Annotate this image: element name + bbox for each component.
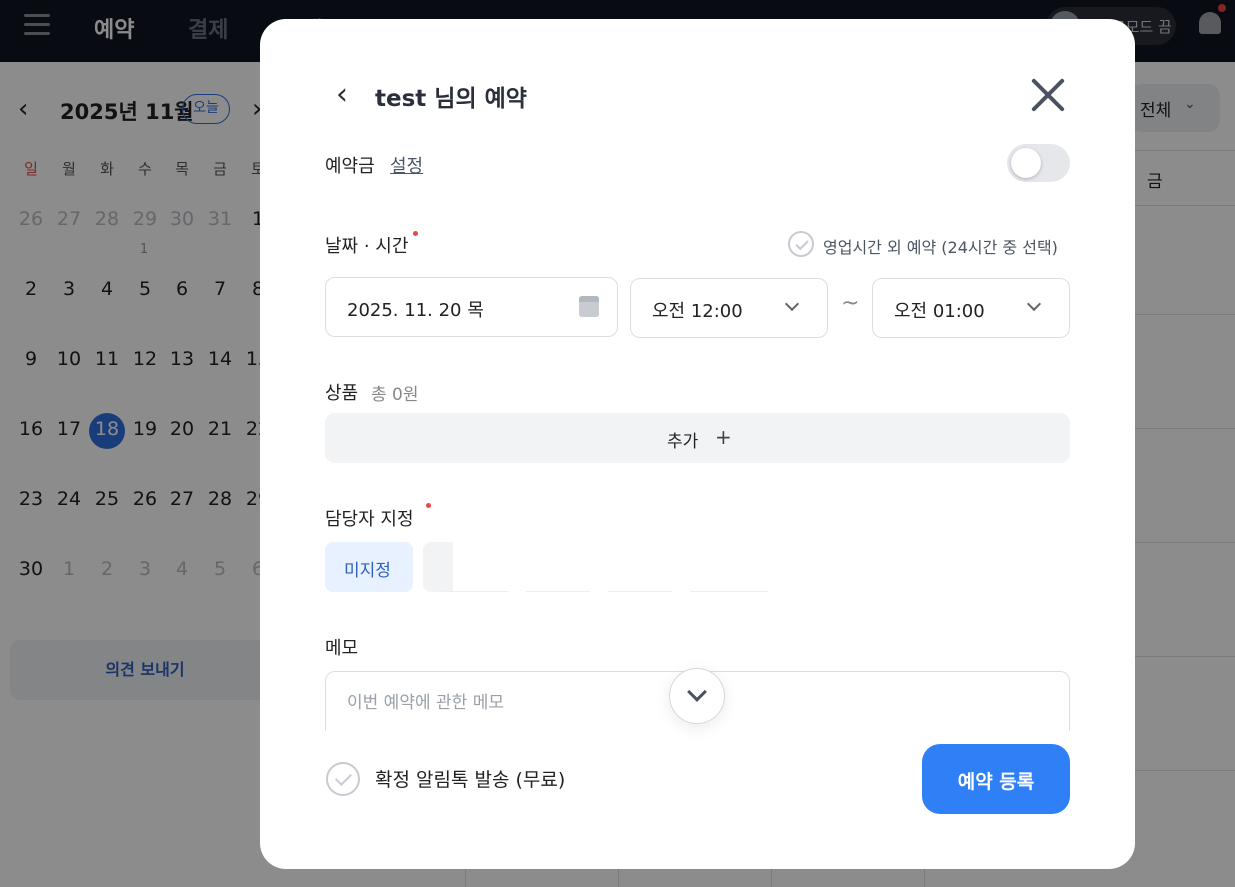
products-total: 총 0원	[371, 385, 419, 405]
end-time-value: 오전 01:00	[894, 301, 985, 322]
required-dot	[413, 231, 418, 236]
deposit-label: 예약금	[325, 156, 375, 177]
after-hours-check-icon[interactable]	[788, 231, 814, 257]
end-time-select[interactable]: 오전 01:00	[872, 278, 1070, 338]
staff-unassigned-label: 미지정	[344, 561, 391, 581]
notify-label[interactable]: 확정 알림톡 발송 (무료)	[375, 765, 565, 792]
deposit-toggle[interactable]	[1007, 144, 1070, 182]
after-hours-label[interactable]: 영업시간 외 예약 (24시간 중 선택)	[823, 234, 1058, 258]
datetime-label: 날짜 · 시간	[325, 236, 409, 257]
memo-placeholder: 이번 예약에 관한 메모	[347, 693, 504, 713]
add-product-label: 추가	[667, 432, 699, 452]
submit-reservation-button[interactable]: 예약 등록	[922, 744, 1070, 814]
close-icon[interactable]	[1030, 77, 1066, 113]
reservation-modal: ‹ test 님의 예약 예약금 설정 날짜 · 시간 영업시간 외 예약 (2…	[260, 19, 1135, 869]
chevron-down-icon	[784, 296, 800, 312]
submit-reservation-label: 예약 등록	[957, 771, 1035, 793]
modal-title: test 님의 예약	[375, 86, 527, 112]
chevron-down-icon	[687, 682, 707, 702]
date-picker-field[interactable]: 2025. 11. 20 목	[325, 277, 618, 337]
staff-chip-placeholder	[690, 591, 768, 592]
products-label: 상품	[325, 383, 359, 404]
date-value: 2025. 11. 20 목	[347, 300, 484, 321]
staff-chip-placeholder	[608, 591, 672, 592]
staff-chip-placeholder[interactable]	[423, 542, 453, 592]
staff-chip-placeholder	[526, 591, 590, 592]
staff-unassigned-chip[interactable]: 미지정	[325, 542, 413, 592]
back-chevron-icon[interactable]: ‹	[336, 77, 348, 112]
plus-icon: +	[715, 425, 732, 449]
deposit-settings-link[interactable]: 설정	[390, 152, 423, 178]
calendar-icon	[579, 296, 599, 317]
required-dot	[426, 503, 431, 508]
staff-label: 담당자 지정	[325, 509, 414, 530]
staff-chip-placeholder	[443, 591, 508, 592]
chevron-down-icon	[1026, 296, 1042, 312]
memo-label: 메모	[325, 638, 359, 659]
scroll-down-button[interactable]	[669, 668, 725, 724]
notify-check-icon[interactable]	[326, 762, 360, 796]
add-product-button[interactable]: 추가 +	[325, 413, 1070, 463]
start-time-value: 오전 12:00	[652, 301, 743, 322]
toggle-knob	[1011, 148, 1041, 178]
time-range-separator: ~	[841, 291, 860, 316]
start-time-select[interactable]: 오전 12:00	[630, 278, 828, 338]
